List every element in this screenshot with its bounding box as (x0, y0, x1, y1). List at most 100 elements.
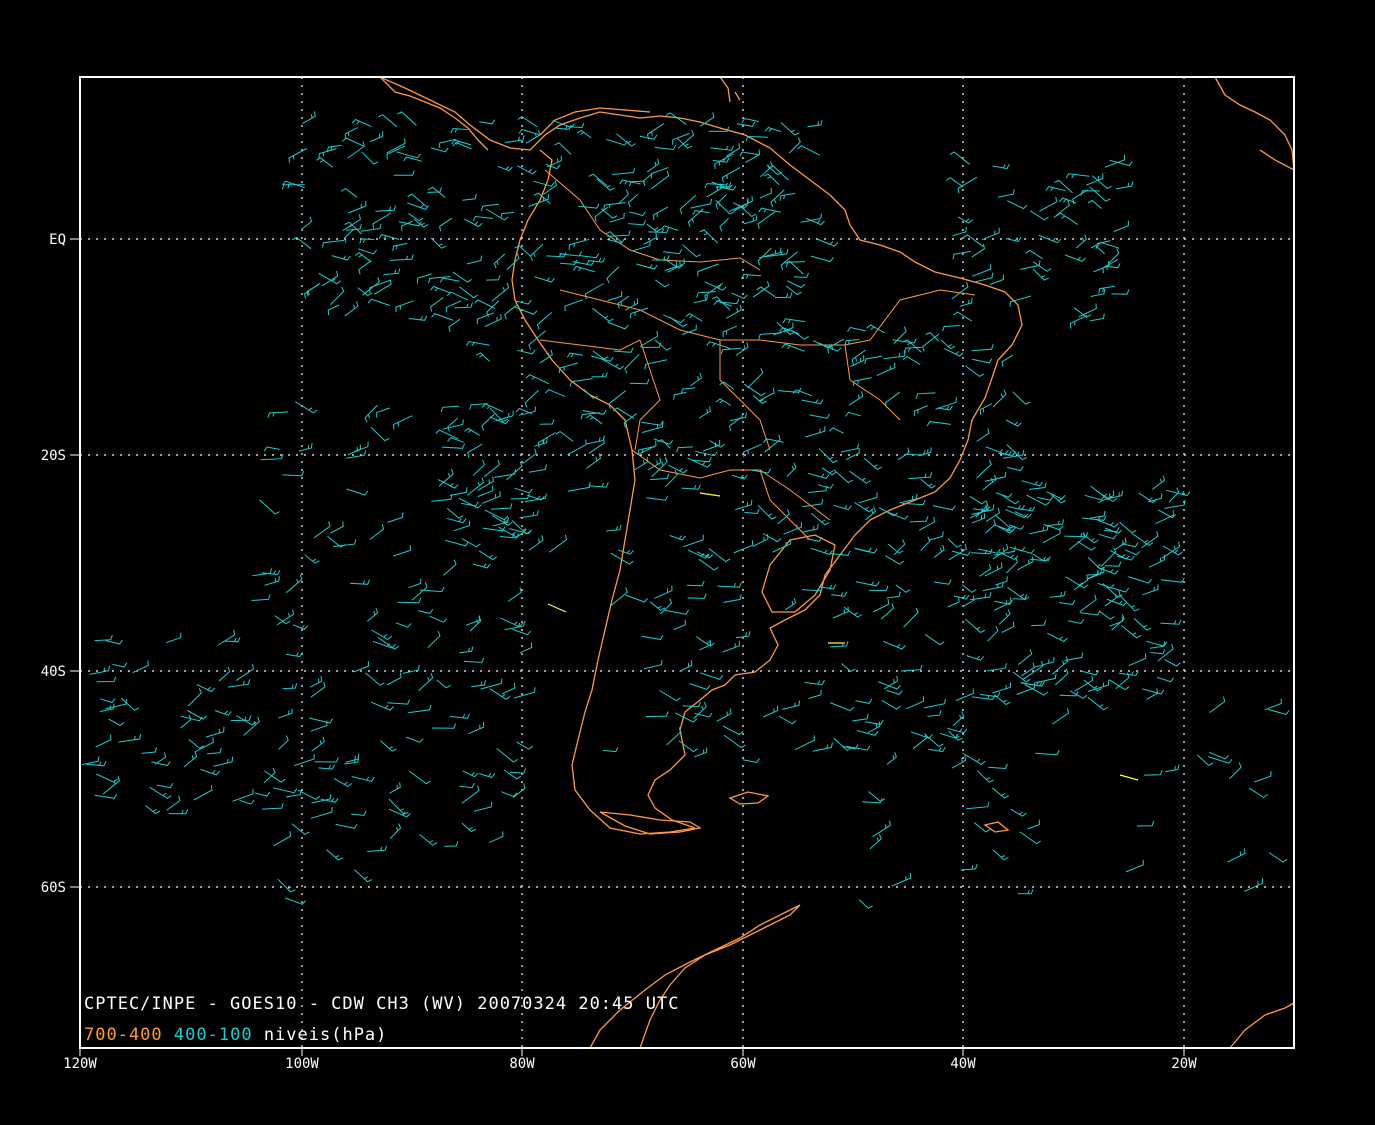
wind-barb (976, 459, 992, 479)
wind-barb (449, 713, 470, 719)
wind-barb (291, 236, 312, 250)
wind-barb (534, 276, 555, 283)
wind-barb (151, 761, 171, 767)
wind-barb (200, 768, 221, 776)
wind-barb (108, 718, 125, 727)
wind-barb (418, 672, 434, 692)
wind-barb (1087, 569, 1103, 576)
wind-barb (408, 578, 422, 589)
wind-barb (1007, 200, 1028, 210)
wind-barb (928, 531, 944, 541)
wind-barb (333, 539, 357, 548)
wind-barb (359, 238, 375, 244)
wind-barb (952, 711, 965, 727)
wind-barb (914, 405, 929, 416)
wind-barb (228, 679, 251, 688)
wind-barb (232, 788, 254, 802)
wind-barb (1052, 708, 1070, 725)
wind-barb (1164, 764, 1180, 773)
wind-barb (375, 205, 397, 212)
wind-barb (389, 254, 414, 261)
wind-barb (81, 756, 100, 766)
wind-barb (654, 144, 677, 151)
wind-barb (318, 764, 335, 770)
wind-barb (321, 239, 345, 248)
country-borders (539, 169, 976, 541)
wind-barb (880, 603, 895, 620)
wind-barb (869, 833, 882, 850)
wind-barb (376, 407, 390, 418)
wind-barb (367, 845, 388, 852)
wind-barb (976, 428, 990, 442)
wind-barb (971, 264, 992, 277)
wind-barb (330, 521, 344, 534)
wind-barb (1087, 696, 1109, 711)
legend: 700-400 400-100 niveis(hPa) (84, 1025, 387, 1045)
legend-low-level: 700-400 (84, 1025, 163, 1045)
wind-barb (1079, 610, 1101, 616)
wind-barb (786, 280, 806, 289)
wind-barb (891, 872, 912, 887)
wind-barb (715, 199, 735, 215)
wind-barb (987, 625, 999, 642)
wind-barb (285, 652, 303, 658)
wind-barb (988, 763, 1008, 770)
wind-barb (196, 683, 216, 693)
wind-barb (899, 493, 918, 504)
wind-barb (808, 689, 822, 699)
wind-barb (699, 672, 724, 680)
wind-barb (408, 212, 424, 222)
wind-barb (331, 255, 351, 261)
wind-barb (1049, 590, 1066, 598)
wind-barb (1090, 244, 1106, 254)
wind-barb (1078, 303, 1097, 318)
wind-barb (863, 457, 883, 470)
wind-barb (397, 597, 422, 604)
wind-barb (483, 459, 501, 478)
wind-barb (1100, 547, 1117, 568)
wind-barb (528, 464, 547, 473)
wind-barb (1128, 653, 1147, 667)
wind-barb (402, 664, 420, 674)
wind-barb (187, 688, 202, 707)
wind-barb (302, 111, 316, 125)
wind-barb (616, 133, 637, 147)
wind-barb (1017, 649, 1033, 665)
wind-barb (367, 298, 390, 306)
wind-barb (872, 599, 890, 613)
wind-barb (357, 248, 378, 255)
wind-barb (924, 633, 945, 646)
wind-barb (408, 770, 431, 785)
wind-barb (342, 137, 364, 147)
wind-barb (1244, 878, 1264, 892)
rio-de-la-plata (761, 534, 836, 613)
wind-barb (592, 307, 614, 322)
wind-barb (752, 394, 767, 405)
wind-barb (463, 657, 485, 663)
wind-barb (719, 381, 735, 390)
wind-barb (1033, 656, 1055, 668)
wind-barb (462, 770, 479, 778)
wind-barb (1093, 260, 1110, 273)
wind-barb (606, 266, 620, 284)
wind-barb (576, 129, 592, 139)
wind-barb (731, 292, 748, 299)
wind-barb (267, 411, 289, 418)
wind-barb (940, 732, 959, 739)
wind-barb (933, 544, 945, 558)
wind-barb (461, 785, 480, 804)
wind-barb (686, 580, 705, 587)
wind-barb (672, 132, 690, 145)
wind-barb (764, 126, 781, 132)
wind-barb (321, 270, 339, 287)
wind-barb (1269, 852, 1288, 863)
wind-barb (1059, 599, 1076, 606)
lat-label-40s: 40S (41, 664, 66, 680)
wind-barb (643, 659, 663, 670)
wind-barb (1027, 819, 1040, 830)
wind-barb (845, 411, 861, 417)
wind-barb (706, 183, 722, 198)
wind-barb (687, 549, 710, 559)
wind-barb (1128, 576, 1152, 584)
wind-barb (96, 676, 117, 683)
